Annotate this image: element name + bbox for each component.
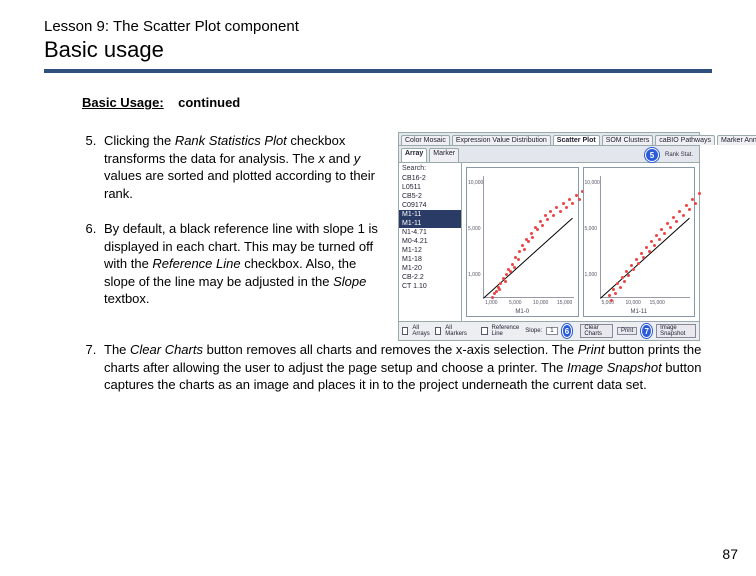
slope-label: Slope: [525, 328, 542, 334]
list-item[interactable]: M1-18 [399, 255, 461, 264]
print-button[interactable]: Print [617, 327, 637, 335]
callout-5-icon: 5 [645, 148, 659, 162]
callout-6-icon: 6 [562, 324, 573, 338]
step-7: The Clear Charts button removes all char… [100, 341, 712, 394]
list-item[interactable]: L0511 [399, 183, 461, 192]
image-snapshot-button[interactable]: Image Snapshot [656, 324, 696, 338]
callout-7-icon: 7 [641, 324, 652, 338]
list-item[interactable]: CB16-2 [399, 174, 461, 183]
search-label: Search: [399, 165, 461, 174]
subtab-marker[interactable]: Marker [429, 148, 459, 162]
app-footer: All Arrays All Markers Reference Line Sl… [399, 321, 699, 340]
page-number: 87 [722, 546, 738, 562]
plots-area: 10,0005,0001,0001,0005,00010,00015,000M1… [462, 163, 699, 321]
subtab-array[interactable]: Array [401, 148, 427, 162]
page-title: Basic usage [44, 37, 712, 63]
reference-line-label: Reference Line [492, 325, 522, 337]
app-tabs-sub: ArrayMarker 5Rank Stat. [399, 146, 699, 163]
section-subhead: Basic Usage: continued [82, 95, 712, 110]
lesson-label: Lesson 9: The Scatter Plot component [44, 18, 712, 35]
tab-som-clusters[interactable]: SOM Clusters [602, 135, 654, 145]
slope-input[interactable]: 1 [546, 327, 557, 335]
all-arrays-checkbox[interactable] [402, 327, 408, 335]
list-item[interactable]: M1-20 [399, 264, 461, 273]
subhead-continued: continued [178, 95, 240, 110]
list-item[interactable]: CT 1.10 [399, 282, 461, 291]
title-rule [44, 69, 712, 73]
step-6: By default, a black reference line with … [100, 220, 382, 308]
list-item[interactable]: M0-4.21 [399, 237, 461, 246]
list-item[interactable]: CB-2.2 [399, 273, 461, 282]
list-item[interactable]: M1-11 [399, 210, 461, 219]
all-arrays-label: All Arrays [412, 325, 431, 337]
tab-color-mosaic[interactable]: Color Mosaic [401, 135, 450, 145]
rank-stat-label: Rank Stat. [661, 152, 697, 158]
scatter-plot-0[interactable]: 10,0005,0001,0001,0005,00010,00015,000M1… [466, 167, 579, 317]
clear-charts-button[interactable]: Clear Charts [580, 324, 613, 338]
all-markers-label: All Markers [445, 325, 467, 337]
subhead-label: Basic Usage: [82, 95, 164, 110]
plot-xlabel: M1-0 [467, 309, 578, 315]
tab-cabio-pathways[interactable]: caBIO Pathways [655, 135, 715, 145]
plot-xlabel: M1-11 [584, 309, 695, 315]
list-item[interactable]: N1-4.71 [399, 228, 461, 237]
tab-expression-value-distribution[interactable]: Expression Value Distribution [452, 135, 551, 145]
app-tabs-top: Color MosaicExpression Value Distributio… [399, 133, 699, 146]
tab-scatter-plot[interactable]: Scatter Plot [553, 135, 600, 145]
list-item[interactable]: M1-12 [399, 246, 461, 255]
step-5: Clicking the Rank Statistics Plot checkb… [100, 132, 382, 202]
list-item[interactable]: M1-11 [399, 219, 461, 228]
all-markers-checkbox[interactable] [435, 327, 441, 335]
reference-line-checkbox[interactable] [481, 327, 487, 335]
scatter-plot-1[interactable]: 10,0005,0001,0005,00010,00015,000M1-11 [583, 167, 696, 317]
tab-marker-annotations[interactable]: Marker Annotations [717, 135, 756, 145]
list-item[interactable]: C09174 [399, 201, 461, 210]
marker-sidebar[interactable]: Search: CB16-2L0511CB5-2C09174M1-11M1-11… [399, 163, 462, 321]
scatter-plot-app: Color MosaicExpression Value Distributio… [398, 132, 700, 341]
list-item[interactable]: CB5-2 [399, 192, 461, 201]
